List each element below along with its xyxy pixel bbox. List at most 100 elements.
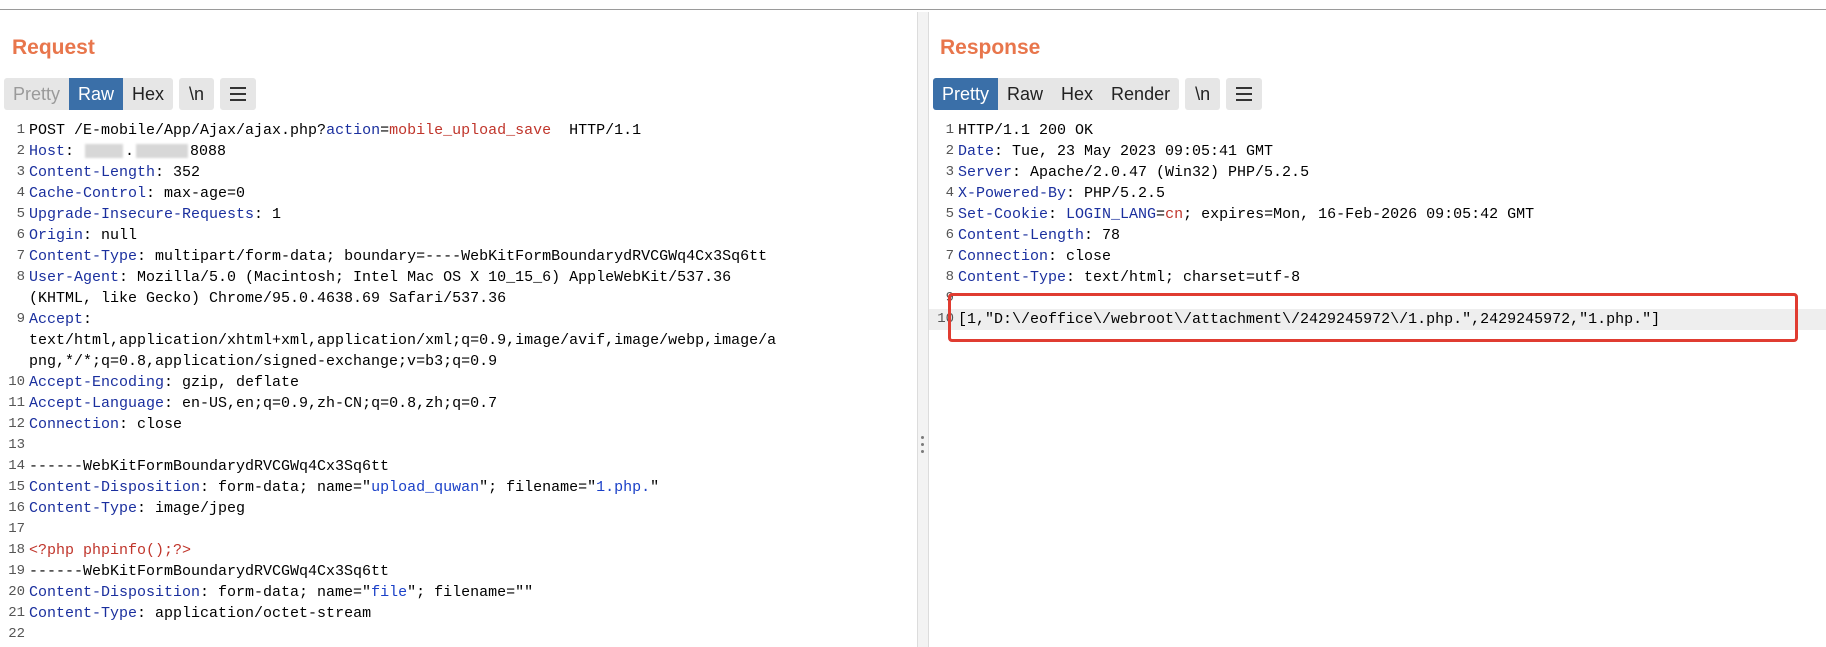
code-line: 4 Cache-Control: max-age=0 (0, 183, 917, 204)
header-name: Content-Disposition (29, 479, 201, 496)
code-token: : en-US,en;q=0.9,zh-CN;q=0.8,zh;q=0.7 (164, 395, 498, 412)
response-tab-hex[interactable]: Hex (1052, 78, 1102, 110)
header-name: Content-Type (29, 605, 138, 622)
code-line: 6 Origin: null (0, 225, 917, 246)
request-newline-toggle[interactable]: \n (179, 78, 215, 110)
line-number: 5 (16, 206, 25, 222)
code-line: 2 Date: Tue, 23 May 2023 09:05:41 GMT (929, 141, 1826, 162)
line-number: 5 (945, 206, 954, 222)
line-number: 15 (8, 479, 25, 495)
code-token: : (83, 311, 93, 328)
code-token: ------WebKitFormBoundarydRVCGWq4Cx3Sq6tt (29, 458, 390, 475)
line-content: Accept: (29, 309, 92, 330)
line-number: 8 (16, 269, 25, 285)
code-line: 3 Content-Length: 352 (0, 162, 917, 183)
line-number: 2 (945, 143, 954, 159)
code-token: : multipart/form-data; boundary=----WebK… (137, 248, 768, 265)
line-number: 22 (8, 626, 25, 642)
code-line: 16 Content-Type: image/jpeg (0, 498, 917, 519)
line-number: 18 (8, 542, 25, 558)
header-name: Date (958, 143, 995, 160)
code-token: : PHP/5.2.5 (1066, 185, 1166, 202)
code-line: 10 [1,"D:\/eoffice\/webroot\/attachment\/… (929, 309, 1826, 330)
code-token: . (125, 143, 135, 160)
line-number: 1 (945, 122, 954, 138)
line-content: User-Agent: Mozilla/5.0 (Macintosh; Inte… (29, 267, 731, 288)
code-token: : Tue, 23 May 2023 09:05:41 GMT (994, 143, 1274, 160)
header-name: Content-Type (958, 269, 1067, 286)
line-number: 19 (8, 563, 25, 579)
code-token: : text/html; charset=utf-8 (1066, 269, 1301, 286)
response-newline-toggle[interactable]: \n (1185, 78, 1221, 110)
code-token: POST /E-mobile/App/Ajax/ajax.php? (29, 122, 327, 139)
code-line: 13 (0, 435, 917, 456)
header-name: Server (958, 164, 1013, 181)
code-line: 19 ------WebKitFormBoundarydRVCGWq4Cx3Sq6… (0, 561, 917, 582)
response-editor[interactable]: 1 HTTP/1.1 200 OK 2 Date: Tue, 23 May 2023 … (929, 120, 1826, 647)
code-token: "; filename=" (479, 479, 597, 496)
code-line: 4 X-Powered-By: PHP/5.2.5 (929, 183, 1826, 204)
line-content: Content-Disposition: form-data; name="fi… (29, 582, 533, 603)
pane-splitter[interactable] (918, 12, 928, 647)
line-content: Origin: null (29, 225, 137, 246)
line-content: Content-Type: multipart/form-data; bound… (29, 246, 767, 267)
line-content: Content-Length: 78 (958, 225, 1120, 246)
line-content: POST /E-mobile/App/Ajax/ajax.php?action=… (29, 120, 641, 141)
request-tab-raw[interactable]: Raw (69, 78, 124, 110)
response-tab-pretty[interactable]: Pretty (933, 78, 999, 110)
code-token: file (371, 584, 408, 601)
code-line: 15 Content-Disposition: form-data; name="… (0, 477, 917, 498)
code-token: <?php phpinfo();?> (29, 542, 192, 559)
request-tab-pretty[interactable]: Pretty (4, 78, 69, 110)
code-line: 17 (0, 519, 917, 540)
line-number: 9 (945, 290, 954, 306)
code-token: "; filename="" (407, 584, 534, 601)
code-line: 8 Content-Type: text/html; charset=utf-8 (929, 267, 1826, 288)
line-content: X-Powered-By: PHP/5.2.5 (958, 183, 1165, 204)
code-line: 9 (929, 288, 1826, 309)
request-menu-icon[interactable] (220, 78, 257, 110)
request-editor[interactable]: 1 POST /E-mobile/App/Ajax/ajax.php?action… (0, 120, 917, 647)
code-token: HTTP/1.1 (551, 122, 642, 139)
splitter-grip-dot (921, 436, 924, 439)
request-tab-hex[interactable]: Hex (123, 78, 173, 110)
code-token: : null (83, 227, 138, 244)
line-content: Accept-Encoding: gzip, deflate (29, 372, 299, 393)
code-token: : application/octet-stream (137, 605, 372, 622)
header-name: Accept-Encoding (29, 374, 165, 391)
code-token: " (650, 479, 660, 496)
code-token: : 352 (155, 164, 201, 181)
line-number (0, 330, 29, 351)
line-number: 10 (8, 374, 25, 390)
header-name: Accept (29, 311, 84, 328)
code-line: 20 Content-Disposition: form-data; name="… (0, 582, 917, 603)
line-number: 6 (16, 227, 25, 243)
line-number: 1 (16, 122, 25, 138)
response-pane: Response Pretty Raw Hex Render \n 1 HTTP/… (928, 12, 1826, 647)
code-token: : image/jpeg (137, 500, 246, 517)
code-line: 1 POST /E-mobile/App/Ajax/ajax.php?action… (0, 120, 917, 141)
header-name: Content-Disposition (29, 584, 201, 601)
code-line: 14 ------WebKitFormBoundarydRVCGWq4Cx3Sq6… (0, 456, 917, 477)
code-token: text/html,application/xhtml+xml,applicat… (29, 332, 777, 349)
request-view-tabs: Pretty Raw Hex (4, 78, 174, 110)
code-token: HTTP/1.1 200 OK (958, 122, 1094, 139)
header-name: Content-Type (29, 248, 138, 265)
response-menu-icon[interactable] (1226, 78, 1263, 110)
line-number: 7 (945, 248, 954, 264)
response-tab-render[interactable]: Render (1102, 78, 1179, 110)
line-content: Content-Type: application/octet-stream (29, 603, 371, 624)
line-content: Content-Length: 352 (29, 162, 200, 183)
header-name: User-Agent (29, 269, 120, 286)
splitter-grip-dot (921, 450, 924, 453)
response-tab-raw[interactable]: Raw (998, 78, 1052, 110)
line-content: ------WebKitFormBoundarydRVCGWq4Cx3Sq6tt (29, 456, 389, 477)
code-line: 21 Content-Type: application/octet-stream (0, 603, 917, 624)
line-content: Connection: close (958, 246, 1111, 267)
line-number: 16 (8, 500, 25, 516)
code-line: 3 Server: Apache/2.0.47 (Win32) PHP/5.2.5 (929, 162, 1826, 183)
code-line: (KHTML, like Gecko) Chrome/95.0.4638.69 … (0, 288, 917, 309)
code-token: 8088 (190, 143, 227, 160)
line-content: Content-Disposition: form-data; name="up… (29, 477, 659, 498)
header-name: action (326, 122, 381, 139)
